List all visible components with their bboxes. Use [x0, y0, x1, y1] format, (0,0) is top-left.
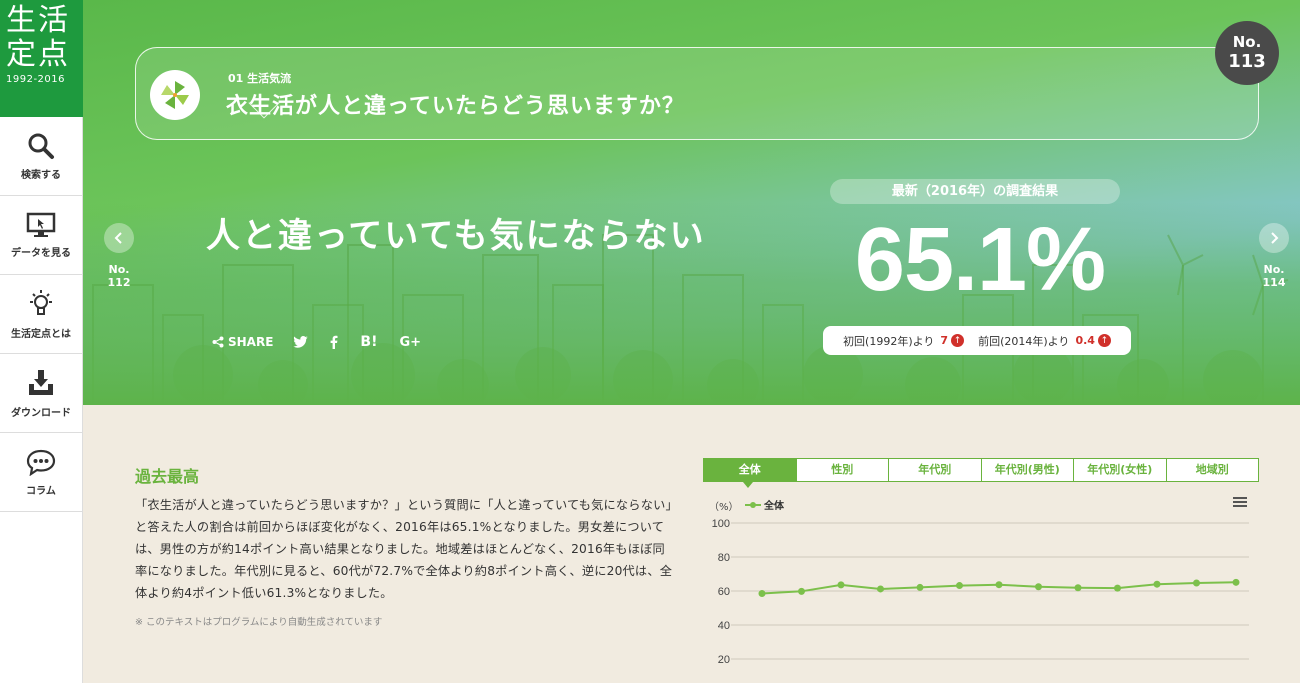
- y-tick-label: 40: [718, 620, 730, 632]
- question-category: 01 生活気流: [228, 72, 292, 85]
- nav-search[interactable]: 検索する: [0, 117, 82, 196]
- share-row: SHARE B! G+: [212, 334, 443, 350]
- share-button[interactable]: SHARE: [212, 335, 273, 349]
- summary-text: 「衣生活が人と違っていたらどう思いますか？」という質問に「人と違っていても気にな…: [135, 498, 673, 600]
- prev-question-button[interactable]: [104, 223, 134, 253]
- prev-number: 112: [107, 276, 131, 289]
- result-value: 65.1%: [854, 210, 1106, 310]
- logo-years: 1992-2016: [6, 74, 66, 85]
- summary-title: 過去最高: [135, 467, 200, 486]
- question-number-badge: No. 113: [1215, 21, 1279, 85]
- auto-generated-note: ※ このテキストはプログラムにより自動生成されています: [135, 617, 383, 628]
- chart-menu-icon[interactable]: [1232, 495, 1248, 509]
- active-tab-caret: [743, 482, 753, 488]
- nav-column[interactable]: コラム: [0, 433, 82, 512]
- tab-region[interactable]: 地域別: [1167, 459, 1259, 481]
- y-tick-label: 80: [718, 552, 730, 564]
- monitor-icon: [26, 212, 56, 237]
- nav-search-label: 検索する: [21, 169, 61, 181]
- twitter-icon: [293, 336, 309, 348]
- badge-prefix: No.: [1232, 33, 1262, 51]
- data-point[interactable]: [1232, 578, 1240, 586]
- twitter-button[interactable]: [293, 336, 309, 348]
- data-point[interactable]: [1114, 584, 1121, 592]
- nav-download-label: ダウンロード: [11, 407, 71, 419]
- tab-age-female[interactable]: 年代別(女性): [1074, 459, 1167, 481]
- data-point[interactable]: [877, 585, 884, 593]
- data-point[interactable]: [837, 581, 845, 589]
- google-plus-icon: G+: [399, 334, 422, 350]
- delta-prev-value: 0.4: [1075, 334, 1095, 347]
- tab-gender[interactable]: 性別: [797, 459, 889, 481]
- tab-age[interactable]: 年代別: [889, 459, 982, 481]
- nav-data-label: データを見る: [11, 247, 71, 259]
- chevron-left-icon: [114, 232, 122, 244]
- data-point[interactable]: [995, 581, 1003, 589]
- prev-question-label[interactable]: No. 112: [99, 263, 139, 289]
- google-plus-button[interactable]: G+: [399, 335, 421, 350]
- question-title: 衣生活が人と違っていたらどう思いますか？: [226, 94, 685, 119]
- data-point[interactable]: [1074, 584, 1082, 592]
- prev-prefix: No.: [108, 263, 130, 276]
- next-number: 114: [1262, 276, 1286, 289]
- delta-box: 初回(1992年)より 7 ↑ 前回(2014年)より 0.4 ↑: [823, 326, 1131, 355]
- data-point[interactable]: [1035, 583, 1042, 591]
- hatena-icon: B!: [360, 334, 378, 350]
- data-point[interactable]: [798, 587, 805, 595]
- search-icon: [28, 133, 54, 159]
- next-prefix: No.: [1263, 263, 1285, 276]
- question-bubble: 01 生活気流 衣生活が人と違っていたらどう思いますか？: [135, 47, 1259, 140]
- legend-marker-icon: [745, 501, 761, 508]
- pinwheel-icon: [150, 70, 200, 120]
- answer-text: 人と違っていても気にならない: [206, 216, 706, 256]
- nav-about[interactable]: 生活定点とは: [0, 275, 82, 354]
- share-icon: [212, 336, 224, 348]
- chevron-right-icon: [1271, 232, 1279, 244]
- nav-data[interactable]: データを見る: [0, 196, 82, 275]
- arrow-up-icon: ↑: [1097, 334, 1111, 347]
- tab-age-male[interactable]: 年代別(男性): [982, 459, 1074, 481]
- facebook-button[interactable]: [330, 335, 338, 349]
- hero-section: 01 生活気流 衣生活が人と違っていたらどう思いますか？ No. 113 人と違…: [83, 0, 1300, 405]
- delta-first-value: 7: [940, 334, 949, 347]
- badge-number: 113: [1228, 51, 1266, 72]
- next-question-label[interactable]: No. 114: [1254, 263, 1294, 289]
- nav-column-label: コラム: [26, 485, 56, 497]
- download-icon: [29, 369, 53, 395]
- nav-about-label: 生活定点とは: [11, 328, 71, 340]
- data-point[interactable]: [1193, 579, 1200, 587]
- hatena-button[interactable]: B!: [360, 334, 377, 350]
- y-tick-label: 100: [712, 518, 730, 530]
- chat-icon: [26, 449, 56, 476]
- facebook-icon: [331, 335, 338, 349]
- lightbulb-icon: [30, 289, 52, 315]
- y-tick-label: 60: [718, 586, 730, 598]
- next-question-button[interactable]: [1259, 223, 1289, 253]
- data-point[interactable]: [758, 590, 766, 598]
- result-label: 最新（2016年）の調査結果: [830, 179, 1120, 204]
- data-point[interactable]: [1153, 580, 1161, 588]
- delta-prev-label: 前回(2014年)より: [978, 334, 1070, 348]
- site-logo[interactable]: 生活定点 1992-2016: [0, 0, 83, 117]
- arrow-up-icon: ↑: [951, 334, 965, 347]
- tab-overall[interactable]: 全体: [704, 459, 797, 481]
- nav-download[interactable]: ダウンロード: [0, 354, 82, 433]
- chart-tabs: 全体 性別 年代別 年代別(男性) 年代別(女性) 地域別: [703, 458, 1259, 482]
- data-point[interactable]: [956, 582, 963, 590]
- sidebar: 生活定点 1992-2016 検索する データを見る 生活定点とは ダウンロード…: [0, 0, 83, 683]
- line-chart: 100 80 60 40 20: [712, 518, 1249, 666]
- y-tick-label: 20: [718, 654, 730, 666]
- data-point[interactable]: [916, 583, 924, 591]
- logo-title: 生活定点: [6, 3, 70, 72]
- delta-first-label: 初回(1992年)より: [843, 334, 935, 348]
- share-label: SHARE: [228, 335, 274, 349]
